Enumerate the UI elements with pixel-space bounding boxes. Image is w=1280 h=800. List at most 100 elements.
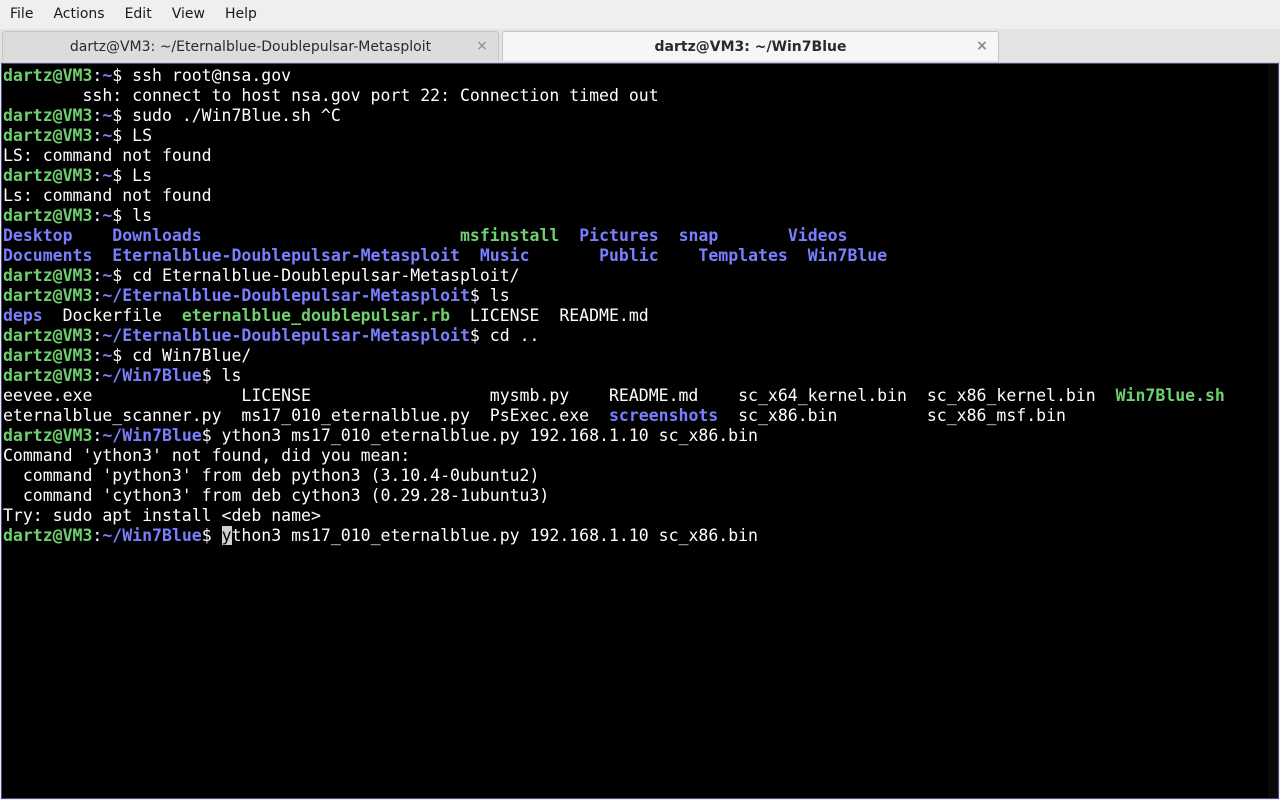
terminal-line: Desktop Downloads msfinstall Pictures sn…	[3, 226, 1225, 246]
prompt-path: ~/Win7Blue	[102, 426, 202, 445]
menu-file[interactable]: File	[0, 0, 43, 29]
prompt-path: ~	[102, 346, 113, 365]
terminal-line: eevee.exe LICENSE mysmb.py README.md sc_…	[3, 386, 1225, 406]
terminal-line: dartz@VM3:~$ ls	[3, 206, 1225, 226]
terminal-text: :	[92, 526, 103, 545]
directory-entry: Downloads	[112, 226, 202, 245]
terminal-text: $ cd Win7Blue/	[112, 346, 252, 365]
prompt-path: ~	[102, 126, 113, 145]
terminal-text: :	[92, 366, 103, 385]
menu-view[interactable]: View	[162, 0, 215, 29]
prompt-user: dartz@VM3	[3, 106, 93, 125]
terminal-text: $ Ls	[112, 166, 153, 185]
prompt-path: ~/Win7Blue	[102, 526, 202, 545]
directory-entry: Music	[479, 246, 530, 265]
terminal-line: Documents Eternalblue-Doublepulsar-Metas…	[3, 246, 1225, 266]
tab-eternalblue[interactable]: dartz@VM3: ~/Eternalblue-Doublepulsar-Me…	[2, 31, 499, 61]
terminal-text: command 'cython3' from deb cython3 (0.29…	[3, 486, 550, 505]
directory-entry: Pictures	[579, 226, 659, 245]
prompt-user: dartz@VM3	[3, 366, 93, 385]
prompt-path: ~	[102, 106, 113, 125]
prompt-user: dartz@VM3	[3, 126, 93, 145]
prompt-path: ~/Eternalblue-Doublepulsar-Metasploit	[102, 286, 470, 305]
prompt-user: dartz@VM3	[3, 286, 93, 305]
prompt-path: ~	[102, 206, 113, 225]
prompt-path: ~/Win7Blue	[102, 366, 202, 385]
terminal-line: dartz@VM3:~$ sudo ./Win7Blue.sh ^C	[3, 106, 1225, 126]
text-cursor: y	[221, 526, 232, 545]
terminal-text: :	[92, 126, 103, 145]
terminal-line: ssh: connect to host nsa.gov port 22: Co…	[3, 86, 1225, 106]
terminal-text: $ ls	[469, 286, 510, 305]
prompt-path: ~	[102, 166, 113, 185]
terminal-text: sc_x86.bin sc_x86_msf.bin	[718, 406, 1066, 425]
terminal-line: dartz@VM3:~$ LS	[3, 126, 1225, 146]
terminal-line: dartz@VM3:~/Win7Blue$ ls	[3, 366, 1225, 386]
menu-bar: File Actions Edit View Help	[0, 0, 1280, 29]
terminal-text: $ cd ..	[469, 326, 540, 345]
terminal-text: :	[92, 66, 103, 85]
terminal-line: command 'cython3' from deb cython3 (0.29…	[3, 486, 1225, 506]
terminal-text: :	[92, 426, 103, 445]
terminal-text: ssh: connect to host nsa.gov port 22: Co…	[3, 86, 659, 105]
terminal-text: $ cd Eternalblue-Doublepulsar-Metasploit…	[112, 266, 520, 285]
terminal-text: Command 'ython3' not found, did you mean…	[3, 446, 411, 465]
tab-label: dartz@VM3: ~/Win7Blue	[654, 38, 847, 55]
menu-edit[interactable]: Edit	[115, 0, 162, 29]
menu-help[interactable]: Help	[215, 0, 267, 29]
terminal-text: :	[92, 166, 103, 185]
prompt-user: dartz@VM3	[3, 326, 93, 345]
terminal-text: :	[92, 346, 103, 365]
terminal-text: $ LS	[112, 126, 153, 145]
terminal-text: thon3 ms17_010_eternalblue.py 192.168.1.…	[231, 526, 759, 545]
directory-entry: Templates	[698, 246, 788, 265]
directory-entry: Eternalblue-Doublepulsar-Metasploit	[112, 246, 460, 265]
menu-actions[interactable]: Actions	[43, 0, 114, 29]
terminal-line: Ls: command not found	[3, 186, 1225, 206]
terminal-text: :	[92, 266, 103, 285]
terminal-output: dartz@VM3:~$ ssh root@nsa.gov ssh: conne…	[3, 66, 1225, 546]
terminal-line: eternalblue_scanner.py ms17_010_eternalb…	[3, 406, 1225, 426]
terminal-line: LS: command not found	[3, 146, 1225, 166]
terminal-text: LS: command not found	[3, 146, 212, 165]
terminal-text: command 'python3' from deb python3 (3.10…	[3, 466, 540, 485]
scrollbar[interactable]	[1268, 64, 1278, 798]
close-icon[interactable]: ×	[974, 38, 990, 54]
prompt-path: ~	[102, 266, 113, 285]
prompt-user: dartz@VM3	[3, 526, 93, 545]
prompt-user: dartz@VM3	[3, 66, 93, 85]
terminal-line: Try: sudo apt install <deb name>	[3, 506, 1225, 526]
terminal-view[interactable]: dartz@VM3:~$ ssh root@nsa.gov ssh: conne…	[1, 63, 1279, 799]
close-icon[interactable]: ×	[474, 38, 490, 54]
terminal-line: dartz@VM3:~/Eternalblue-Doublepulsar-Met…	[3, 286, 1225, 306]
prompt-user: dartz@VM3	[3, 346, 93, 365]
terminal-text: Dockerfile	[42, 306, 182, 325]
terminal-line: command 'python3' from deb python3 (3.10…	[3, 466, 1225, 486]
directory-entry: Desktop	[3, 226, 73, 245]
terminal-text: $ ython3 ms17_010_eternalblue.py 192.168…	[201, 426, 758, 445]
terminal-line: Command 'ython3' not found, did you mean…	[3, 446, 1225, 466]
terminal-text: $ ls	[112, 206, 153, 225]
terminal-text: :	[92, 206, 103, 225]
directory-entry: deps	[3, 306, 43, 325]
directory-entry: Documents	[3, 246, 93, 265]
tab-win7blue[interactable]: dartz@VM3: ~/Win7Blue ×	[502, 31, 999, 61]
executable-entry: msfinstall	[459, 226, 560, 245]
terminal-line: dartz@VM3:~$ cd Eternalblue-Doublepulsar…	[3, 266, 1225, 286]
terminal-text: $ ssh root@nsa.gov	[112, 66, 292, 85]
terminal-text: Ls: command not found	[3, 186, 212, 205]
terminal-line: dartz@VM3:~$ cd Win7Blue/	[3, 346, 1225, 366]
terminal-line: dartz@VM3:~/Win7Blue$ ython3 ms17_010_et…	[3, 426, 1225, 446]
prompt-user: dartz@VM3	[3, 206, 93, 225]
terminal-line: dartz@VM3:~/Eternalblue-Doublepulsar-Met…	[3, 326, 1225, 346]
prompt-path: ~/Eternalblue-Doublepulsar-Metasploit	[102, 326, 470, 345]
terminal-text: :	[92, 106, 103, 125]
directory-entry: snap	[678, 226, 719, 245]
